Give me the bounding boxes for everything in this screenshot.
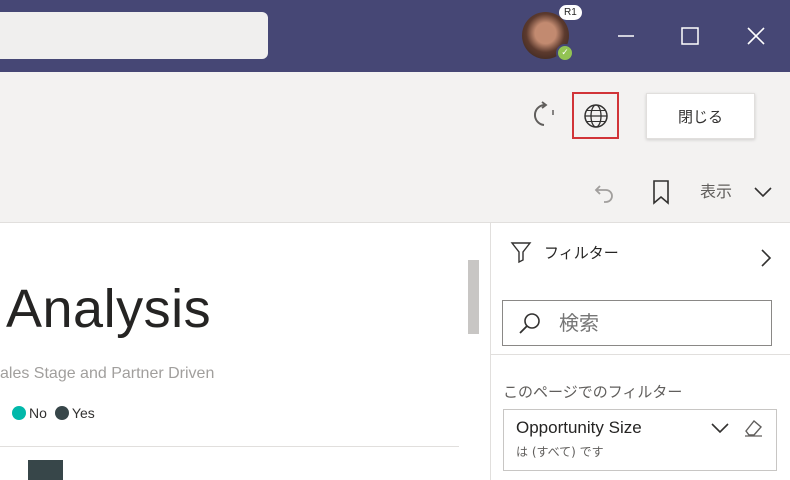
filter-pane-title: フィルター (544, 243, 619, 262)
page-filters-heading: このページでのフィルター (503, 383, 683, 401)
canvas-scrollbar[interactable] (468, 260, 479, 334)
close-button[interactable]: 閉じる (646, 93, 755, 139)
legend-label: No (29, 405, 47, 421)
close-icon (747, 27, 765, 45)
window-close-button[interactable] (740, 20, 772, 52)
filter-card-summary: は (すべて) です (516, 445, 604, 459)
undo-icon[interactable] (592, 178, 618, 206)
legend-item-no: No (12, 405, 47, 421)
chart-bar[interactable] (28, 460, 63, 480)
minimize-button[interactable] (610, 20, 642, 52)
filter-icon (510, 242, 532, 264)
legend-label: Yes (71, 405, 95, 421)
legend-dot-icon (12, 406, 26, 420)
report-title: Analysis (6, 279, 212, 339)
app-search-bar[interactable] (0, 12, 268, 59)
globe-button[interactable] (572, 92, 619, 139)
filter-card-title: Opportunity Size (516, 418, 642, 437)
chart-subtitle: ales Stage and Partner Driven (0, 365, 215, 382)
chart-legend: No Yes (12, 405, 103, 421)
filter-card-opportunity-size[interactable]: Opportunity Size は (すべて) です (503, 409, 777, 471)
canvas-divider (0, 446, 459, 447)
maximize-icon (681, 27, 699, 45)
title-bar: R1 ✓ (0, 0, 790, 72)
report-canvas (0, 223, 491, 480)
legend-item-yes: Yes (54, 405, 95, 421)
eraser-icon[interactable] (742, 418, 764, 438)
chevron-right-icon[interactable] (758, 248, 774, 268)
globe-icon (583, 103, 608, 128)
minimize-icon (618, 35, 634, 37)
chevron-down-icon[interactable] (752, 182, 774, 202)
filter-pane-header: フィルター (510, 240, 619, 264)
legend-dot-icon (54, 406, 69, 420)
maximize-button[interactable] (674, 20, 706, 52)
bookmark-icon[interactable] (650, 178, 672, 206)
filter-pane-divider (491, 354, 790, 355)
filter-search-input[interactable] (557, 310, 741, 336)
filter-search-box[interactable] (502, 300, 772, 346)
ring-badge: R1 (559, 5, 582, 20)
chevron-down-icon[interactable] (710, 420, 730, 436)
view-menu-label[interactable]: 表示 (700, 178, 732, 202)
refresh-icon[interactable] (532, 101, 556, 129)
presence-available-icon: ✓ (556, 44, 574, 62)
search-icon (519, 313, 540, 334)
